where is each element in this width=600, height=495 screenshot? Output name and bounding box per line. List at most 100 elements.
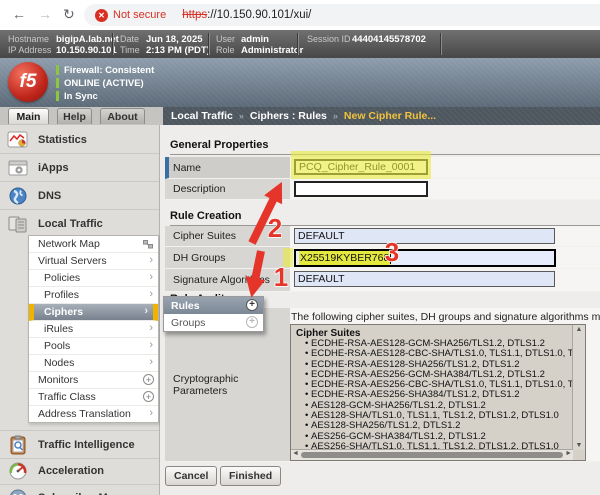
sidebar-item-label: Traffic Intelligence	[38, 439, 135, 451]
role-value: Administrator	[241, 45, 303, 56]
chevron-right-icon: ›	[144, 305, 148, 317]
flyout-label: Groups	[171, 317, 205, 329]
reload-icon[interactable]: ↻	[63, 6, 75, 23]
ip-label: IP Address	[8, 45, 51, 55]
dh-groups-input[interactable]: X25519KYBER768	[294, 249, 556, 267]
sidebar-item-traffic-intelligence[interactable]: Traffic Intelligence	[0, 430, 159, 459]
description-input[interactable]	[294, 181, 428, 197]
breadcrumb-separator: »	[239, 111, 244, 121]
tab-help[interactable]: Help	[57, 108, 92, 124]
cancel-button[interactable]: Cancel	[165, 466, 217, 486]
scroll-left-icon[interactable]: ◄	[292, 450, 299, 457]
time-label: Time	[120, 45, 140, 55]
not-secure-label[interactable]: Not secure	[113, 9, 166, 21]
chevron-right-icon: ›	[149, 407, 153, 419]
sidebar-item-policies[interactable]: Policies ›	[29, 270, 158, 287]
sidebar-item-label: Subscriber Management	[38, 492, 166, 495]
sidebar: Statistics iApps DNS Local Traffic Netwo…	[0, 125, 160, 495]
sidebar-item-pools[interactable]: Pools›	[29, 338, 158, 355]
section-rule-creation: Rule Creation	[170, 210, 600, 226]
tab-main[interactable]: Main	[8, 108, 49, 124]
user-label: User	[216, 34, 235, 44]
sidebar-item-irules[interactable]: iRules›	[29, 321, 158, 338]
description-label: Description	[165, 179, 290, 200]
sidebar-item-local-traffic[interactable]: Local Traffic	[0, 210, 159, 237]
sidebar-item-virtual-servers[interactable]: Virtual Servers›	[29, 253, 158, 270]
f5-logo[interactable]: f5	[8, 62, 48, 102]
submenu-label: Network Map	[38, 238, 100, 250]
match-intro-text: The following cipher suites, DH groups a…	[291, 311, 600, 323]
sidebar-item-iapps[interactable]: iApps	[0, 154, 159, 182]
cipher-suites-input[interactable]: DEFAULT	[294, 228, 555, 244]
sidebar-item-acceleration[interactable]: Acceleration	[0, 457, 159, 485]
create-traffic-class-icon[interactable]: +	[143, 391, 154, 402]
tab-about[interactable]: About	[100, 108, 145, 124]
section-general-properties: General Properties	[170, 139, 600, 155]
submenu-label: Profiles	[44, 289, 79, 301]
horizontal-scrollbar[interactable]: ◄►	[291, 449, 573, 460]
dns-icon	[6, 186, 30, 206]
sidebar-item-dns[interactable]: DNS	[0, 182, 159, 210]
back-icon[interactable]: ←	[12, 6, 26, 22]
time-value: 2:13 PM (PDT)	[146, 45, 210, 56]
chevron-right-icon: ›	[149, 356, 153, 368]
chevron-right-icon: ›	[149, 288, 153, 300]
scroll-up-icon[interactable]: ▲	[573, 326, 585, 333]
breadcrumb-separator: »	[333, 111, 338, 121]
status-firewall: Firewall: Consistent	[56, 64, 154, 76]
status-online: ONLINE (ACTIVE)	[56, 77, 144, 89]
description-row: Description	[165, 179, 600, 200]
sidebar-item-ciphers[interactable]: Ciphers ›	[29, 304, 158, 321]
status-green-bar	[56, 91, 59, 101]
sidebar-item-label: iApps	[38, 162, 69, 174]
forward-icon[interactable]: →	[38, 6, 52, 22]
flyout-item-groups[interactable]: Groups +	[164, 314, 263, 331]
vertical-scrollbar[interactable]: ▲▼	[572, 325, 585, 450]
finished-button[interactable]: Finished	[220, 466, 281, 486]
divider	[112, 33, 114, 55]
sidebar-item-subscriber-management[interactable]: Subscriber Management	[0, 484, 159, 495]
submenu-label: iRules	[44, 323, 73, 335]
dh-groups-value-cell: X25519KYBER768	[290, 247, 600, 269]
sidebar-item-monitors[interactable]: Monitors+	[29, 372, 158, 389]
sidebar-item-profiles[interactable]: Profiles ›	[29, 287, 158, 304]
cipher-suites-row: Cipher Suites DEFAULT	[165, 226, 600, 247]
sidebar-item-label: Local Traffic	[38, 218, 103, 230]
signature-algorithms-input[interactable]: DEFAULT	[294, 271, 555, 287]
submenu-label: Policies	[44, 272, 80, 284]
sidebar-item-address-translation[interactable]: Address Translation›	[29, 406, 158, 422]
name-input[interactable]	[294, 159, 428, 175]
signature-algorithms-row: Signature Algorithms DEFAULT	[165, 269, 600, 292]
session-id-label: Session ID	[307, 34, 351, 44]
address-bar[interactable]: ✕ Not secure https://10.150.90.101/xui/	[84, 4, 600, 26]
submenu-label: Virtual Servers	[38, 255, 107, 267]
sidebar-item-nodes[interactable]: Nodes›	[29, 355, 158, 372]
create-monitor-icon[interactable]: +	[143, 374, 154, 385]
scroll-right-icon[interactable]: ►	[565, 450, 572, 457]
acceleration-icon	[6, 461, 30, 481]
hostname-label: Hostname	[8, 34, 49, 44]
cipher-match-list: Cipher Suites •ECDHE-RSA-AES128-GCM-SHA2…	[292, 326, 572, 449]
scroll-down-icon[interactable]: ▼	[573, 442, 585, 449]
divider	[297, 33, 299, 55]
sidebar-item-network-map[interactable]: Network Map	[29, 236, 158, 253]
sidebar-item-statistics[interactable]: Statistics	[0, 126, 159, 154]
chevron-right-icon: ›	[149, 271, 153, 283]
sidebar-item-traffic-class[interactable]: Traffic Class+	[29, 389, 158, 406]
date-value: Jun 18, 2025	[146, 34, 203, 45]
submenu-label: Ciphers	[44, 306, 83, 318]
flyout-item-rules[interactable]: Rules+	[164, 297, 263, 314]
breadcrumb-level2[interactable]: Ciphers : Rules	[250, 110, 327, 122]
signature-algorithms-value-cell: DEFAULT	[290, 269, 600, 292]
submenu-label: Pools	[44, 340, 70, 352]
create-rule-icon[interactable]: +	[246, 299, 258, 311]
url-text[interactable]: https://10.150.90.101/xui/	[182, 9, 311, 21]
status-sync: In Sync	[56, 90, 98, 102]
signature-algorithms-text: DEFAULT	[298, 273, 344, 285]
traffic-intelligence-icon	[6, 435, 30, 455]
url-scheme: https	[182, 9, 207, 21]
text-cursor	[390, 253, 391, 264]
scrollbar-thumb[interactable]	[301, 452, 563, 458]
breadcrumb-level1[interactable]: Local Traffic	[171, 110, 233, 122]
create-group-icon[interactable]: +	[246, 316, 258, 328]
